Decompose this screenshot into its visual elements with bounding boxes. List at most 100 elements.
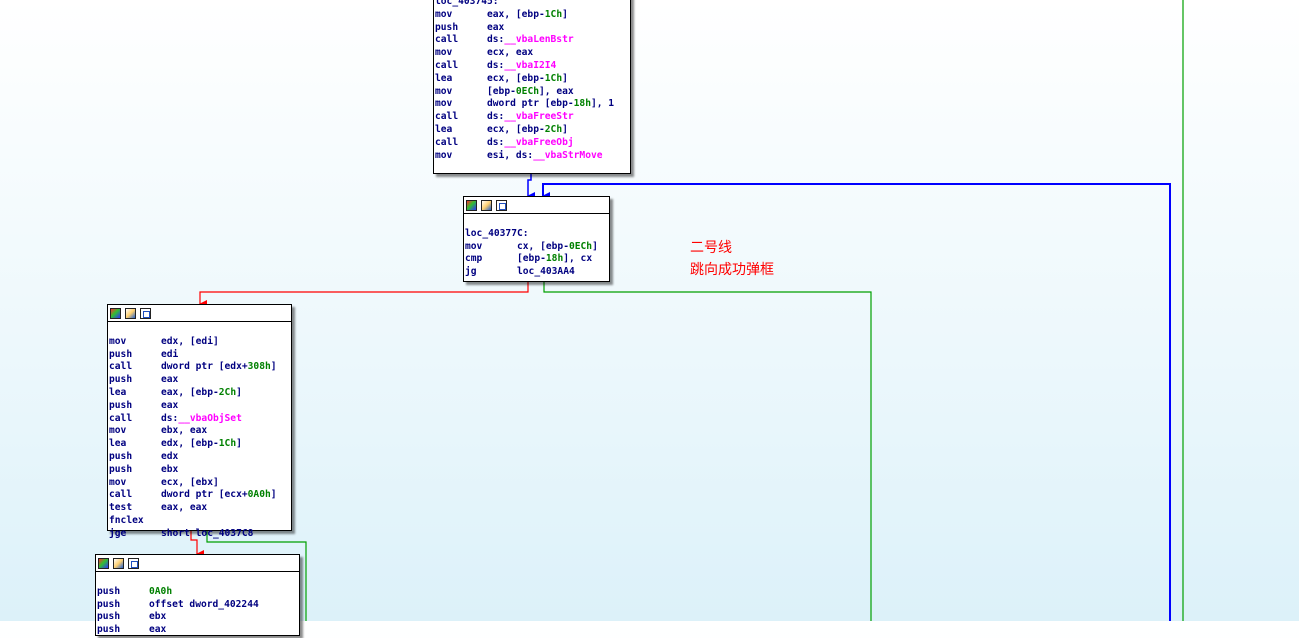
code-block-loc-403745[interactable]: loc_403745: mov eax, [ebp- 1Ch] push eax call d… [433, 0, 631, 174]
instruction-operand: edx [161, 450, 179, 462]
instruction-operand: ] [562, 123, 568, 135]
edge-loop-back [542, 183, 1171, 621]
instruction-operand: cx, [ebp- [517, 240, 569, 252]
instruction-line[interactable]: mov [ebp- 0ECh], eax [435, 86, 630, 99]
instruction-operand: [ebp- [517, 253, 546, 265]
instruction-line[interactable]: lea edx, [ebp- 1Ch] [109, 438, 291, 451]
block-label[interactable]: loc_403745: [435, 0, 630, 9]
symbol-reference[interactable]: __vbaLenBstr [504, 34, 573, 47]
symbol-reference[interactable]: __vbaStrMove [533, 150, 602, 163]
instruction-mnemonic: lea [109, 386, 127, 398]
instruction-line[interactable]: push eax [109, 400, 291, 413]
instruction-operand: eax, [ebp- [487, 8, 545, 20]
instruction-mnemonic: push [109, 348, 133, 360]
symbol-reference[interactable]: __vbaFreeStr [504, 111, 573, 124]
instruction-operand: loc_403AA4 [517, 266, 575, 278]
instruction-mnemonic: mov [465, 240, 483, 252]
instruction-line[interactable]: call ds: __vbaFreeStr [435, 111, 630, 124]
block-header-toolbar [96, 555, 299, 572]
instruction-line[interactable]: call ds: __vbaI2I4 [435, 60, 630, 73]
instruction-line[interactable]: mov ecx, eax [435, 47, 630, 60]
edit-icon[interactable] [481, 199, 492, 211]
code-block-fallthrough-2[interactable]: push 0A0h push offset dword_402244 push ebx pu… [95, 554, 300, 636]
block-header-toolbar [108, 305, 291, 322]
instruction-line[interactable]: test eax, eax [109, 502, 291, 515]
instruction-line[interactable]: push ebx [109, 464, 291, 477]
edit-icon[interactable] [113, 557, 124, 569]
edit-icon[interactable] [125, 307, 136, 319]
instruction-line[interactable]: push offset dword_402244 [97, 599, 299, 612]
color-palette-icon[interactable] [98, 557, 109, 569]
symbol-reference[interactable]: __vbaI2I4 [504, 60, 556, 73]
instruction-operand: ds: [487, 59, 505, 71]
instruction-line[interactable]: push eax [109, 374, 291, 387]
instruction-line[interactable]: mov ecx, [ebx] [109, 477, 291, 490]
instruction-operand: ecx, [ebp- [487, 72, 545, 84]
instruction-operand: ebx [161, 463, 179, 475]
symbol-reference[interactable]: __vbaObjSet [178, 413, 242, 426]
color-palette-icon[interactable] [110, 307, 121, 319]
instruction-line[interactable]: jg loc_403AA4 [465, 266, 609, 279]
instruction-line[interactable]: mov edx, [edi] [109, 336, 291, 349]
instruction-line[interactable]: cmp [ebp- 18h], cx [465, 253, 609, 266]
instruction-mnemonic: mov [435, 85, 453, 97]
instruction-mnemonic: push [97, 611, 121, 623]
symbol-reference[interactable]: __vbaFreeObj [504, 137, 573, 150]
instruction-line[interactable]: push 0A0h [97, 586, 299, 599]
instruction-line[interactable]: mov ebx, eax [109, 425, 291, 438]
instruction-line[interactable]: mov esi, ds: __vbaStrMove [435, 150, 630, 163]
instruction-operand: ecx, [ebp- [487, 123, 545, 135]
instruction-line[interactable]: mov cx, [ebp- 0ECh] [465, 241, 609, 254]
instruction-operand: ds: [161, 412, 179, 424]
instruction-line[interactable]: call dword ptr [ecx+ 0A0h] [109, 489, 291, 502]
instruction-line[interactable]: call ds: __vbaLenBstr [435, 34, 630, 47]
instruction-line[interactable]: fnclex [109, 515, 291, 528]
instruction-operand: ] [236, 386, 242, 398]
instruction-line[interactable]: push edi [109, 349, 291, 362]
block-label[interactable]: loc_40377C: [465, 228, 609, 241]
graph-icon[interactable] [128, 557, 139, 569]
instruction-operand: ], eax [539, 85, 574, 97]
numeric-constant: 2Ch [218, 386, 237, 398]
instruction-line[interactable]: lea eax, [ebp- 2Ch] [109, 387, 291, 400]
instruction-operand: ebx, eax [161, 425, 208, 437]
instruction-mnemonic: lea [435, 123, 453, 135]
instruction-operand: eax [487, 21, 505, 33]
numeric-constant: 1Ch [544, 72, 563, 84]
instruction-line[interactable]: lea ecx, [ebp- 1Ch] [435, 73, 630, 86]
code-block-body: loc_40377C: mov cx, [ebp- 0ECh] cmp [ebp- 18h]… [464, 214, 609, 280]
instruction-line[interactable]: push ebx [97, 611, 299, 624]
instruction-operand: dword ptr [ebp- [487, 98, 574, 110]
color-palette-icon[interactable] [466, 199, 477, 211]
instruction-line[interactable]: jge short loc_4037C8 [109, 528, 291, 541]
instruction-line[interactable]: push eax [97, 624, 299, 637]
instruction-operand: ds: [487, 136, 505, 148]
graph-icon[interactable] [140, 307, 151, 319]
instruction-line[interactable]: mov eax, [ebp- 1Ch] [435, 9, 630, 22]
edge-jg-true [543, 281, 872, 621]
instruction-operand: edi [161, 348, 179, 360]
instruction-mnemonic: test [109, 502, 133, 514]
numeric-constant: 0ECh [568, 240, 593, 252]
instruction-line[interactable]: call ds: __vbaFreeObj [435, 137, 630, 150]
instruction-operand: ] [562, 72, 568, 84]
instruction-operand: ecx, [ebx] [161, 476, 219, 488]
instruction-mnemonic: push [109, 374, 133, 386]
instruction-line[interactable]: call ds: __vbaObjSet [109, 413, 291, 426]
numeric-constant: 0ECh [515, 85, 539, 97]
instruction-line[interactable]: call dword ptr [edx+ 308h] [109, 361, 291, 374]
graph-icon[interactable] [496, 199, 507, 211]
code-block-fallthrough-1[interactable]: mov edx, [edi] push edi call dword ptr [edx+ 3… [107, 304, 292, 539]
instruction-mnemonic: jg [465, 266, 477, 278]
instruction-line[interactable]: mov dword ptr [ebp- 18h], 1 [435, 98, 630, 111]
instruction-mnemonic: lea [435, 72, 453, 84]
instruction-line[interactable]: push edx [109, 451, 291, 464]
instruction-mnemonic: call [435, 111, 459, 123]
instruction-operand: esi, ds: [487, 149, 534, 161]
instruction-line[interactable]: lea ecx, [ebp- 2Ch] [435, 124, 630, 137]
code-block-loc-40377c[interactable]: loc_40377C: mov cx, [ebp- 0ECh] cmp [ebp- 18h]… [463, 196, 610, 282]
numeric-constant: 308h [247, 361, 271, 373]
instruction-operand: ] [562, 8, 568, 20]
instruction-line[interactable]: push eax [435, 22, 630, 35]
